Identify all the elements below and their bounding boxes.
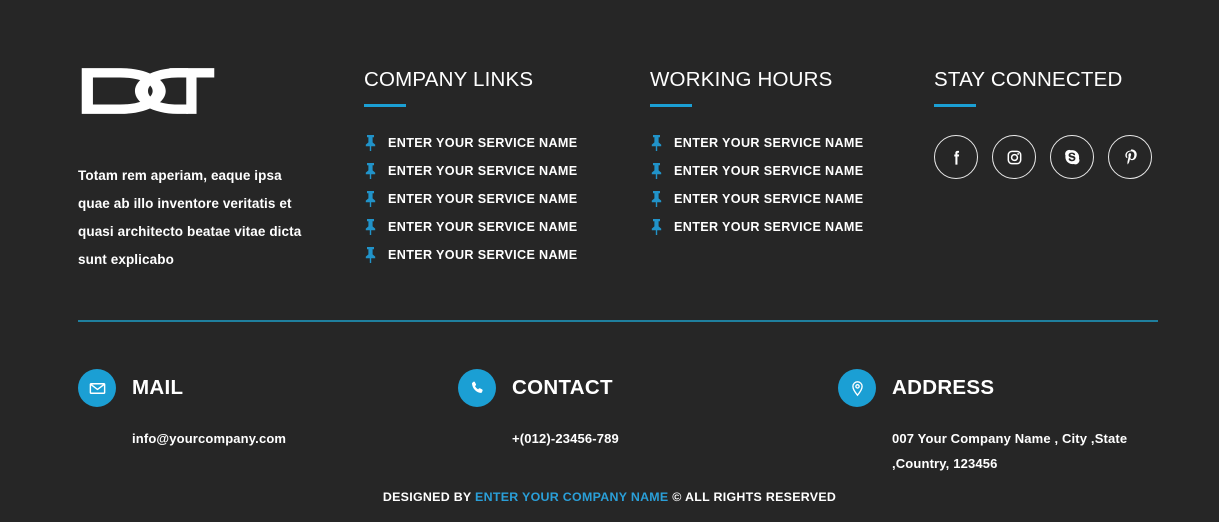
- copyright-prefix: DESIGNED BY: [382, 490, 472, 504]
- brand-description: Totam rem aperiam, eaque ipsa quae ab il…: [78, 168, 302, 267]
- pinterest-icon: [1121, 148, 1140, 167]
- pin-icon: [364, 191, 377, 207]
- pin-icon: [364, 135, 377, 151]
- list-item-label: ENTER YOUR SERVICE NAME: [388, 192, 578, 206]
- list-item-label: ENTER YOUR SERVICE NAME: [674, 220, 864, 234]
- title-underline: [934, 104, 976, 107]
- footer-contact-row: MAIL info@yourcompany.com CONTACT +(012)…: [0, 368, 1219, 471]
- pin-icon: [650, 135, 663, 151]
- contact-value-phone[interactable]: +(012)-23456-789: [512, 426, 788, 451]
- column-company-links: COMPANY LINKS ENTER YOUR SERVICE NAME EN…: [364, 68, 624, 269]
- contact-block-mail: MAIL info@yourcompany.com: [78, 368, 408, 451]
- copyright-company-link[interactable]: ENTER YOUR COMPANY NAME: [475, 490, 668, 504]
- title-underline: [364, 104, 406, 107]
- social-link-pinterest[interactable]: [1108, 135, 1152, 179]
- copyright-suffix: © ALL RIGHTS RESERVED: [672, 490, 837, 504]
- contact-block-address: ADDRESS 007 Your Company Name , City ,St…: [838, 368, 1178, 476]
- list-item-label: ENTER YOUR SERVICE NAME: [674, 164, 864, 178]
- list-item[interactable]: ENTER YOUR SERVICE NAME: [364, 241, 624, 269]
- contact-block-contact: CONTACT +(012)-23456-789: [458, 368, 788, 451]
- column-stay-connected: STAY CONNECTED: [934, 68, 1194, 179]
- contact-title: ADDRESS: [892, 376, 995, 399]
- contact-value-mail[interactable]: info@yourcompany.com: [132, 426, 408, 451]
- contact-title: CONTACT: [512, 376, 613, 399]
- envelope-icon: [78, 369, 116, 407]
- list-item[interactable]: ENTER YOUR SERVICE NAME: [364, 157, 624, 185]
- list-item[interactable]: ENTER YOUR SERVICE NAME: [364, 213, 624, 241]
- copyright-line: DESIGNED BY ENTER YOUR COMPANY NAME © AL…: [383, 490, 836, 504]
- contact-value-address: 007 Your Company Name , City ,State ,Cou…: [892, 431, 1128, 471]
- list-item-label: ENTER YOUR SERVICE NAME: [388, 220, 578, 234]
- site-footer: Totam rem aperiam, eaque ipsa quae ab il…: [0, 0, 1219, 522]
- footer-top-area: Totam rem aperiam, eaque ipsa quae ab il…: [0, 0, 1219, 300]
- contact-header: MAIL: [78, 368, 408, 408]
- contact-header: ADDRESS: [838, 368, 1178, 408]
- instagram-icon: [1005, 148, 1024, 167]
- list-item[interactable]: ENTER YOUR SERVICE NAME: [650, 157, 910, 185]
- brand-column: Totam rem aperiam, eaque ipsa quae ab il…: [78, 62, 328, 274]
- company-links-list: ENTER YOUR SERVICE NAME ENTER YOUR SERVI…: [364, 129, 624, 269]
- list-item[interactable]: ENTER YOUR SERVICE NAME: [650, 129, 910, 157]
- working-hours-list: ENTER YOUR SERVICE NAME ENTER YOUR SERVI…: [650, 129, 910, 241]
- list-item-label: ENTER YOUR SERVICE NAME: [388, 248, 578, 262]
- pin-icon: [650, 163, 663, 179]
- list-item-label: ENTER YOUR SERVICE NAME: [674, 136, 864, 150]
- column-title: COMPANY LINKS: [364, 68, 534, 91]
- list-item[interactable]: ENTER YOUR SERVICE NAME: [364, 185, 624, 213]
- location-pin-icon: [838, 369, 876, 407]
- dct-logo[interactable]: [78, 62, 218, 120]
- list-item-label: ENTER YOUR SERVICE NAME: [388, 164, 578, 178]
- list-item[interactable]: ENTER YOUR SERVICE NAME: [650, 185, 910, 213]
- social-link-skype[interactable]: [1050, 135, 1094, 179]
- list-item[interactable]: ENTER YOUR SERVICE NAME: [650, 213, 910, 241]
- pin-icon: [650, 191, 663, 207]
- footer-bottom-bar: DESIGNED BY ENTER YOUR COMPANY NAME © AL…: [0, 490, 1219, 522]
- pin-icon: [364, 247, 377, 263]
- facebook-icon: [947, 148, 966, 167]
- contact-title: MAIL: [132, 376, 184, 399]
- column-working-hours: WORKING HOURS ENTER YOUR SERVICE NAME EN…: [650, 68, 910, 241]
- skype-icon: [1062, 147, 1082, 167]
- list-item[interactable]: ENTER YOUR SERVICE NAME: [364, 129, 624, 157]
- pin-icon: [364, 219, 377, 235]
- pin-icon: [364, 163, 377, 179]
- contact-header: CONTACT: [458, 368, 788, 408]
- pin-icon: [650, 219, 663, 235]
- list-item-label: ENTER YOUR SERVICE NAME: [674, 192, 864, 206]
- list-item-label: ENTER YOUR SERVICE NAME: [388, 136, 578, 150]
- column-title: WORKING HOURS: [650, 68, 833, 91]
- title-underline: [650, 104, 692, 107]
- column-title: STAY CONNECTED: [934, 68, 1123, 91]
- phone-icon: [458, 369, 496, 407]
- social-link-instagram[interactable]: [992, 135, 1036, 179]
- social-link-facebook[interactable]: [934, 135, 978, 179]
- social-links-row: [934, 135, 1194, 179]
- footer-divider: [78, 320, 1158, 322]
